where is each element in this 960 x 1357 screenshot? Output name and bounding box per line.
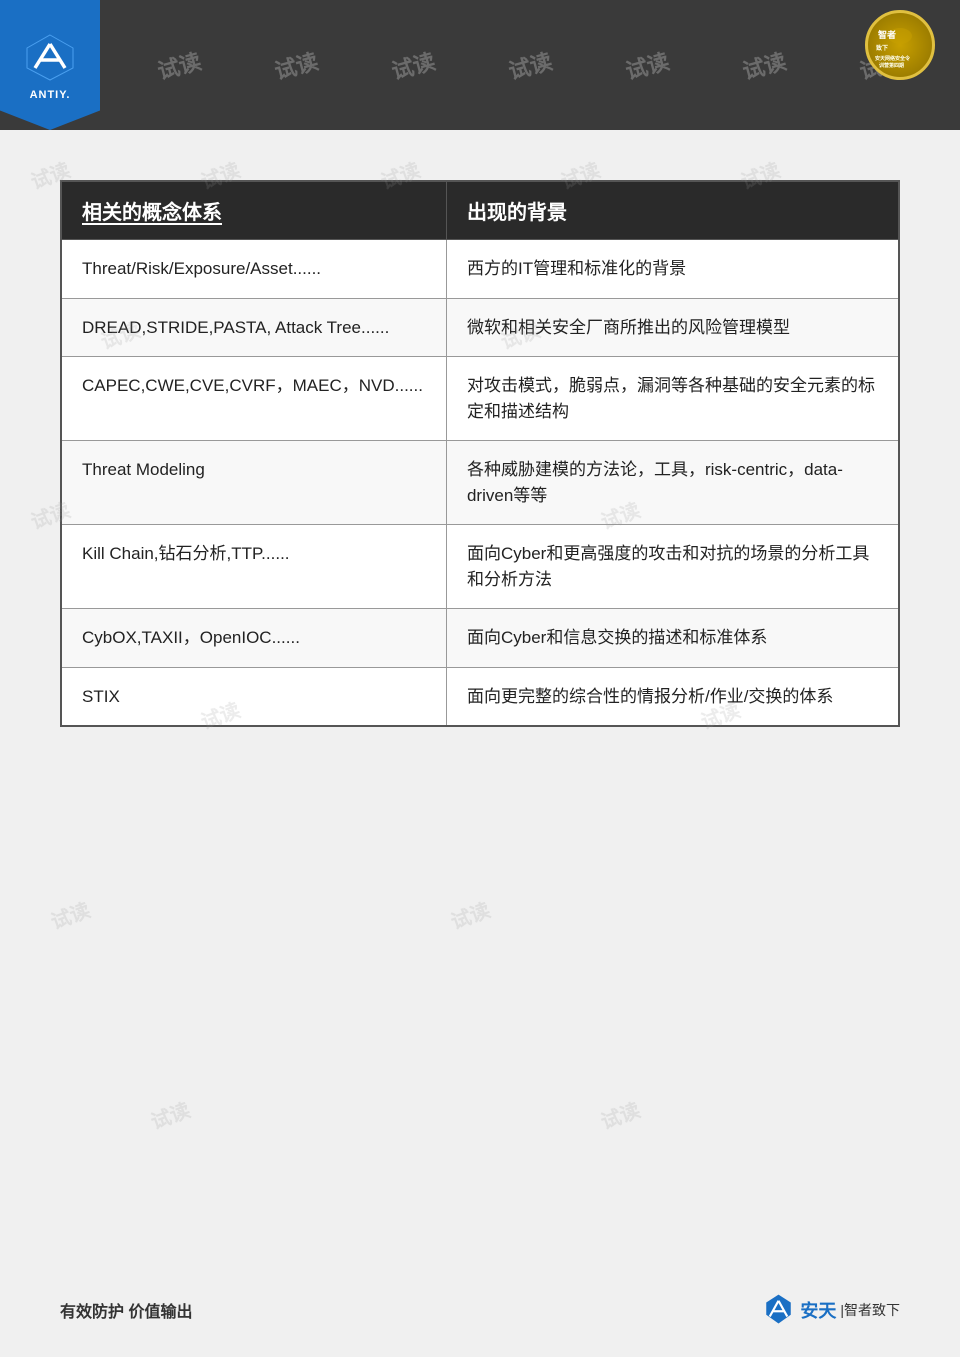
col1-header: 相关的概念体系	[61, 181, 446, 240]
footer-brand-text: 安天	[800, 1297, 836, 1323]
wm-6: 试读	[739, 44, 790, 86]
header-watermarks: 试读 试读 试读 试读 试读 试读 试读	[100, 0, 960, 130]
table-cell-left: DREAD,STRIDE,PASTA, Attack Tree......	[61, 298, 446, 357]
table-row: Threat Modeling各种威胁建模的方法论，工具，risk-centri…	[61, 441, 899, 525]
table-cell-right: 对攻击模式，脆弱点，漏洞等各种基础的安全元素的标定和描述结构	[446, 357, 899, 441]
table-row: CAPEC,CWE,CVE,CVRF，MAEC，NVD......对攻击模式，脆…	[61, 357, 899, 441]
header: ANTIY. 试读 试读 试读 试读 试读 试读 试读 智者 致下 安天网络安全…	[0, 0, 960, 130]
footer-left-text: 有效防护 价值输出	[60, 1298, 192, 1322]
table-cell-left: CybOX,TAXII，OpenIOC......	[61, 609, 446, 668]
table-cell-right: 各种威胁建模的方法论，工具，risk-centric，data-driven等等	[446, 441, 899, 525]
main-content: 相关的概念体系 出现的背景 Threat/Risk/Exposure/Asset…	[0, 130, 960, 767]
svg-text:训营第四期: 训营第四期	[879, 62, 904, 69]
table-cell-right: 面向Cyber和更高强度的攻击和对抗的场景的分析工具和分析方法	[446, 525, 899, 609]
footer-logo-icon	[761, 1292, 796, 1327]
table-cell-left: STIX	[61, 667, 446, 726]
table-cell-right: 面向Cyber和信息交换的描述和标准体系	[446, 609, 899, 668]
table-cell-left: Threat/Risk/Exposure/Asset......	[61, 240, 446, 299]
logo: ANTIY.	[0, 0, 100, 130]
wm-4: 试读	[505, 44, 556, 86]
table-cell-left: Kill Chain,钻石分析,TTP......	[61, 525, 446, 609]
wm-1: 试读	[153, 44, 204, 86]
table-row: DREAD,STRIDE,PASTA, Attack Tree......微软和…	[61, 298, 899, 357]
footer-right: 安天 |智者致下	[761, 1292, 900, 1327]
table-cell-right: 微软和相关安全厂商所推出的风险管理模型	[446, 298, 899, 357]
page-wm-13: 试读	[446, 894, 494, 935]
table-cell-left: CAPEC,CWE,CVE,CVRF，MAEC，NVD......	[61, 357, 446, 441]
page-wm-14: 试读	[146, 1094, 194, 1135]
table-row: STIX面向更完整的综合性的情报分析/作业/交换的体系	[61, 667, 899, 726]
table-row: Threat/Risk/Exposure/Asset......西方的IT管理和…	[61, 240, 899, 299]
antiy-logo-icon	[23, 30, 78, 85]
col2-header: 出现的背景	[446, 181, 899, 240]
footer: 有效防护 价值输出 安天 |智者致下	[0, 1292, 960, 1327]
wm-2: 试读	[270, 44, 321, 86]
table-cell-right: 面向更完整的综合性的情报分析/作业/交换的体系	[446, 667, 899, 726]
svg-text:智者: 智者	[878, 29, 896, 40]
badge-circle: 智者 致下 安天网络安全令 训营第四期	[865, 10, 935, 80]
table-header-row: 相关的概念体系 出现的背景	[61, 181, 899, 240]
header-badge: 智者 致下 安天网络安全令 训营第四期	[855, 10, 945, 80]
page-wm-12: 试读	[46, 894, 94, 935]
concept-table: 相关的概念体系 出现的背景 Threat/Risk/Exposure/Asset…	[60, 180, 900, 727]
svg-text:致下: 致下	[876, 44, 888, 52]
wm-3: 试读	[387, 44, 438, 86]
page-wm-15: 试读	[596, 1094, 644, 1135]
footer-slogan-text: |智者致下	[840, 1300, 900, 1320]
svg-text:安天网络安全令: 安天网络安全令	[875, 55, 911, 62]
badge-main-text: 智者 致下 安天网络安全令 训营第四期	[873, 16, 928, 74]
table-cell-right: 西方的IT管理和标准化的背景	[446, 240, 899, 299]
wm-5: 试读	[622, 44, 673, 86]
table-cell-left: Threat Modeling	[61, 441, 446, 525]
table-row: CybOX,TAXII，OpenIOC......面向Cyber和信息交换的描述…	[61, 609, 899, 668]
table-row: Kill Chain,钻石分析,TTP......面向Cyber和更高强度的攻击…	[61, 525, 899, 609]
logo-text: ANTIY.	[30, 89, 71, 101]
